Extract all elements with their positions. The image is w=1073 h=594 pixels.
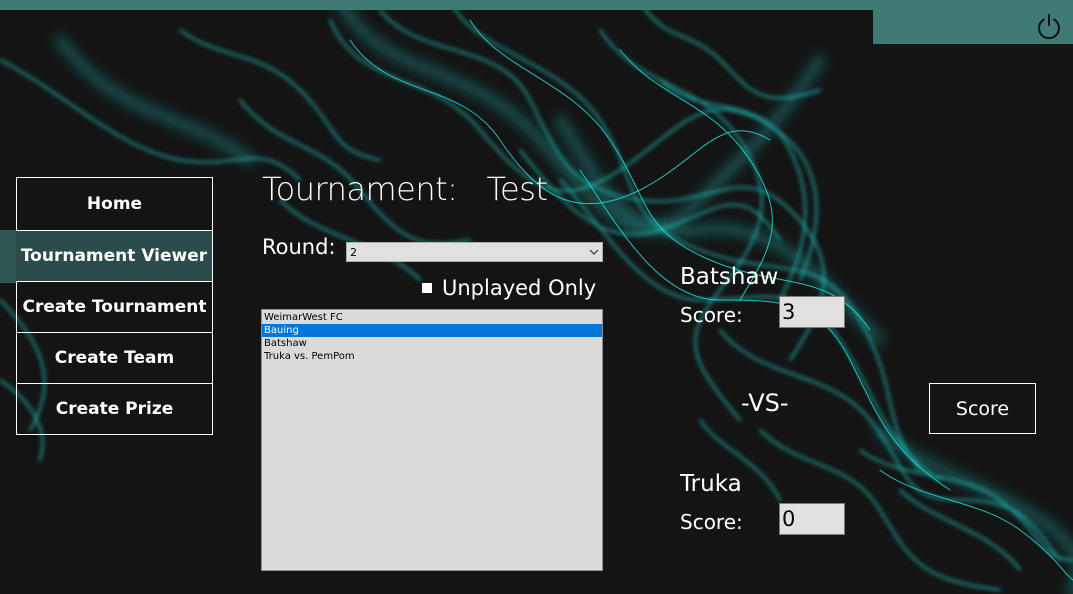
list-item[interactable]: Truka vs. PemPom (262, 350, 602, 363)
tournament-title: Tournament: Test (262, 170, 548, 208)
vs-label: -VS- (741, 389, 789, 417)
matchup-listbox[interactable]: WeimarWest FC Bauing Batshaw Truka vs. P… (261, 309, 603, 571)
power-button[interactable] (1034, 11, 1064, 41)
list-item[interactable]: Bauing (262, 324, 602, 337)
team-two-name: Truka (680, 471, 742, 497)
team-two-score-input[interactable] (779, 503, 845, 535)
team-two-score-label: Score: (680, 510, 743, 534)
nav-active-indicator (0, 230, 16, 283)
checkbox-icon (422, 283, 432, 293)
nav-item-home[interactable]: Home (16, 177, 213, 231)
chevron-down-icon (585, 243, 602, 261)
round-dropdown-value: 2 (350, 245, 357, 259)
score-button[interactable]: Score (929, 383, 1036, 434)
top-accent-bar (0, 0, 1073, 10)
nav-item-tournament-viewer[interactable]: Tournament Viewer (16, 230, 213, 282)
round-label: Round: (262, 235, 336, 259)
power-icon (1038, 14, 1060, 40)
nav-item-create-prize[interactable]: Create Prize (16, 383, 213, 435)
team-one-name: Batshaw (680, 264, 779, 290)
sidebar-nav: Home Tournament Viewer Create Tournament… (16, 177, 213, 435)
unplayed-only-checkbox[interactable]: Unplayed Only (422, 276, 596, 300)
team-one-score-input[interactable] (779, 296, 845, 328)
list-item[interactable]: Batshaw (262, 337, 602, 350)
round-dropdown[interactable]: 2 (346, 242, 603, 262)
nav-item-create-tournament[interactable]: Create Tournament (16, 281, 213, 333)
unplayed-only-label: Unplayed Only (442, 276, 597, 300)
list-item[interactable]: WeimarWest FC (262, 311, 602, 324)
nav-item-create-team[interactable]: Create Team (16, 332, 213, 384)
team-one-score-label: Score: (680, 303, 743, 327)
